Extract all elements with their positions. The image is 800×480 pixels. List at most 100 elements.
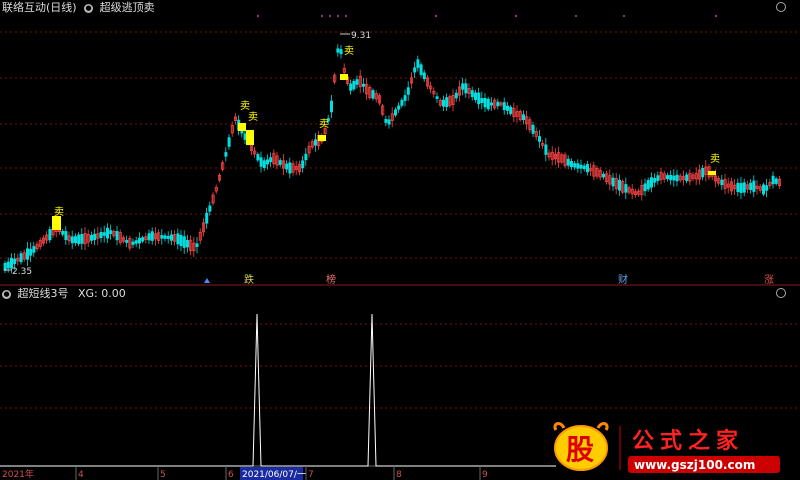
candle-body [329, 100, 333, 113]
indicator-settings-icon[interactable]: ● [2, 289, 11, 299]
site-watermark: 股 公式之家 www.gszj100.com [550, 418, 790, 476]
sell-label: 卖 [54, 206, 64, 218]
marker-rank[interactable]: 榜 [326, 273, 336, 286]
indicator-panel-header: ● 超短线3号 XG: 0.00 [2, 286, 126, 302]
candle-body [355, 79, 359, 85]
candle-body [400, 99, 404, 106]
candle-body [774, 178, 778, 184]
candle-body [19, 253, 23, 263]
axis-label-month: 9 [482, 470, 488, 480]
candle-body [77, 234, 81, 244]
candle-body [387, 119, 391, 125]
candle-body [720, 179, 724, 186]
candle-body [656, 175, 660, 181]
candle-body [669, 174, 673, 181]
sell-box[interactable] [238, 123, 246, 131]
axis-label-month: 8 [396, 470, 402, 480]
candle-body [99, 231, 103, 239]
candle-body [269, 157, 273, 163]
candle-body [416, 59, 420, 68]
sell-signals[interactable]: 卖 卖 卖 卖 卖 卖 [52, 45, 720, 230]
chart-canvas[interactable]: 卖 卖 卖 卖 卖 卖 9.31 2.35 跌 榜 财 涨 2021年 4 5 … [0, 0, 800, 480]
candlestick-series[interactable] [3, 44, 782, 274]
candle-body [102, 232, 106, 236]
marker-rise[interactable]: 涨 [764, 274, 774, 286]
candle-body [397, 105, 401, 110]
marker-finance[interactable]: 财 [618, 273, 628, 286]
candle-body [195, 243, 199, 247]
event-markers[interactable]: 跌 榜 财 涨 [204, 273, 774, 286]
xg-signal-line[interactable] [0, 313, 556, 467]
candle-body [285, 163, 289, 170]
candle-body [48, 229, 52, 241]
sell-box[interactable] [52, 216, 61, 230]
candle-body [208, 205, 212, 212]
sell-box[interactable] [708, 171, 716, 175]
xg-value: 0.00 [101, 287, 126, 300]
candle-body [352, 81, 356, 90]
indicator-name[interactable]: 超短线3号 [18, 287, 69, 300]
sell-box[interactable] [318, 135, 326, 141]
candle-body [505, 105, 509, 111]
candle-body [445, 97, 449, 108]
candle-body [522, 114, 526, 121]
sell-box[interactable] [246, 130, 254, 145]
candle-body [650, 177, 654, 188]
candle-body [141, 237, 145, 242]
candle-body [573, 163, 577, 168]
candle-body [646, 179, 650, 190]
candle-body [115, 231, 119, 241]
axis-label-month: 7 [308, 470, 314, 480]
candle-body [477, 92, 481, 105]
candle-body [224, 152, 228, 157]
candle-body [109, 230, 113, 235]
candle-body [672, 175, 676, 181]
candle-body [393, 109, 397, 116]
candle-body [406, 87, 410, 95]
watermark-title: 公式之家 [632, 428, 744, 454]
candle-body [701, 167, 705, 178]
candle-body [169, 234, 173, 241]
candle-body [685, 174, 689, 182]
candle-body [736, 182, 740, 193]
axis-label-month: 6 [228, 470, 234, 480]
axis-label-month: 5 [160, 470, 166, 480]
candle-body [742, 182, 746, 193]
candle-body [435, 96, 439, 100]
candle-body [419, 64, 423, 75]
candle-body [125, 239, 129, 243]
sell-label: 卖 [344, 45, 354, 57]
candle-body [6, 261, 10, 269]
candle-body [489, 102, 493, 106]
event-dot-row [257, 15, 717, 17]
candle-body [473, 92, 477, 101]
candle-body [576, 163, 580, 169]
candle-body [464, 83, 468, 94]
candle-body [579, 164, 583, 169]
sell-box[interactable] [340, 74, 348, 80]
candle-body [137, 237, 141, 244]
candle-body [739, 183, 743, 193]
triangle-marker-icon[interactable] [204, 278, 210, 283]
candle-body [64, 231, 68, 241]
candle-body [205, 212, 209, 224]
candle-body [470, 90, 474, 98]
candle-body [259, 157, 263, 167]
candle-body [262, 160, 266, 168]
candle-body [586, 164, 590, 173]
candle-body [176, 233, 180, 245]
candle-body [25, 248, 29, 260]
candle-body [288, 162, 292, 174]
indicator-options-icon[interactable] [776, 288, 786, 298]
sell-label: 卖 [710, 153, 720, 165]
candle-body [339, 49, 343, 55]
candle-body [29, 248, 33, 256]
candle-body [483, 98, 487, 108]
candle-body [643, 183, 647, 192]
marker-fall[interactable]: 跌 [244, 273, 254, 286]
candle-body [566, 158, 570, 166]
high-price-label: 9.31 [351, 31, 371, 41]
candle-body [749, 182, 753, 190]
candle-body [371, 90, 375, 99]
logo-char: 股 [566, 433, 594, 466]
